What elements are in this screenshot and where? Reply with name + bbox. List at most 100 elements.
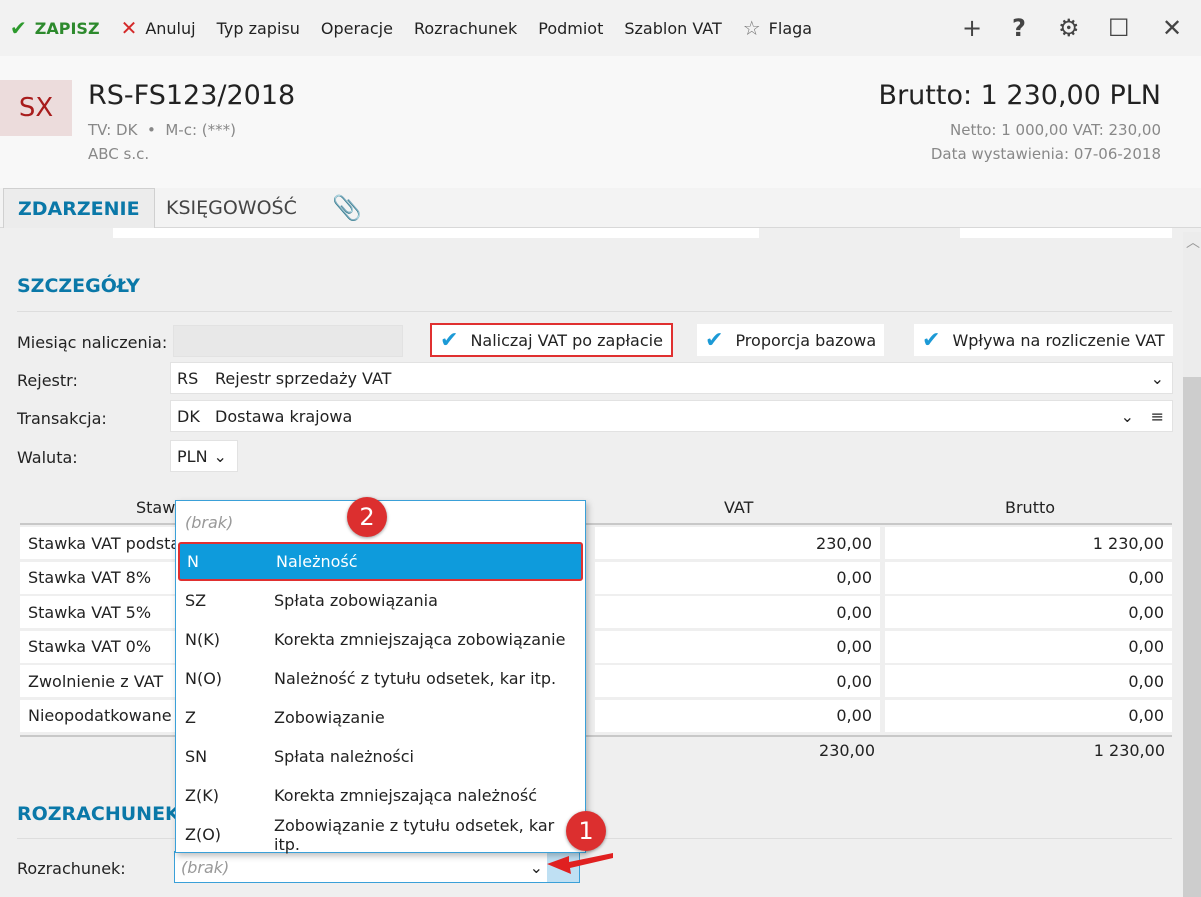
section-szczegoly: SZCZEGÓŁY (17, 275, 140, 297)
dropdown-option[interactable]: Z(O) Zobowiązanie z tytułu odsetek, kar … (178, 815, 583, 854)
transaction-select[interactable]: DK Dostawa krajowa ⌄ ≡ (170, 400, 1173, 432)
menu-operacje[interactable]: Operacje (321, 19, 393, 38)
brutto-cell[interactable]: 0,00 (885, 699, 1172, 732)
option-name: Zobowiązanie z tytułu odsetek, kar itp. (274, 815, 555, 854)
currency-label: Waluta: (17, 448, 78, 467)
dropdown-option[interactable]: Z(K) Korekta zmniejszająca należność (178, 776, 583, 815)
chevron-down-icon: ⌄ (529, 857, 543, 877)
flag-button[interactable]: ☆ Flaga (743, 16, 812, 40)
register-label: Rejestr: (17, 371, 78, 390)
vat-cell[interactable]: 0,00 (595, 665, 880, 697)
dropdown-option[interactable]: Z Zobowiązanie (178, 698, 583, 737)
register-select[interactable]: RS Rejestr sprzedaży VAT ⌄ (170, 362, 1173, 394)
option-code: SN (185, 747, 208, 766)
save-button[interactable]: ✔ ZAPISZ (10, 16, 100, 40)
vat-cell[interactable]: 0,00 (595, 596, 880, 628)
checkbox-label: Wpływa na rozliczenie VAT (952, 330, 1165, 350)
option-name: Zobowiązanie (274, 708, 385, 727)
brutto-cell[interactable]: 0,00 (885, 630, 1172, 663)
netto-vat: Netto: 1 000,00 VAT: 230,00 (950, 121, 1161, 139)
gear-icon[interactable]: ⚙ (1058, 14, 1080, 42)
month-input[interactable] (173, 325, 403, 357)
dropdown-option[interactable]: N(O) Należność z tytułu odsetek, kar itp… (178, 659, 583, 698)
dropdown-option[interactable]: SZ Spłata zobowiązania (178, 581, 583, 620)
star-icon: ☆ (742, 16, 761, 40)
total-vat: 230,00 (819, 741, 875, 760)
company-name: ABC s.c. (88, 145, 150, 163)
close-icon[interactable]: ✕ (1162, 14, 1182, 42)
checkmark-icon: ✔ (440, 327, 459, 353)
brutto-cell[interactable]: 0,00 (885, 561, 1172, 594)
toolbar: ✔ ZAPISZ ✕ Anuluj Typ zapisu Operacje Rozr… (0, 0, 1201, 56)
tab-zdarzenie[interactable]: ZDARZENIE (3, 188, 155, 228)
rate-cell: Zwolnienie z VAT (20, 665, 175, 697)
cancel-button[interactable]: ✕ Anuluj (121, 16, 196, 40)
rate-cell: Stawka VAT podstawowa (20, 527, 175, 559)
dropdown-option[interactable]: N(K) Korekta zmniejszająca zobowiązanie (178, 620, 583, 659)
transaction-name: Dostawa krajowa (215, 406, 353, 426)
maximize-icon[interactable]: ☐ (1108, 14, 1130, 42)
menu-typ-zapisu[interactable]: Typ zapisu (217, 19, 300, 38)
option-label: (brak) (185, 513, 234, 532)
option-code: Z(K) (185, 786, 219, 805)
brutto-cell[interactable]: 0,00 (885, 665, 1172, 697)
checkmark-icon: ✔ (922, 327, 941, 353)
checkbox-proporcja-bazowa[interactable]: ✔ Proporcja bazowa (697, 324, 885, 356)
menu-icon[interactable]: ≡ (1151, 407, 1164, 426)
option-name: Korekta zmniejszająca należność (274, 786, 538, 805)
brutto-cell[interactable]: 0,00 (885, 596, 1172, 628)
option-code: N (187, 552, 199, 571)
checkbox-wplywa-na-vat[interactable]: ✔ Wpływa na rozliczenie VAT (914, 324, 1173, 356)
rate-cell: Nieopodatkowane (20, 699, 175, 732)
chevron-down-icon: ⌄ (1120, 406, 1134, 426)
option-code: N(O) (185, 669, 223, 688)
option-name: Spłata zobowiązania (274, 591, 438, 610)
check-icon: ✔ (10, 16, 27, 40)
section-rozrachunek: ROZRACHUNEK (17, 803, 180, 825)
rate-cell: Stawka VAT 8% (20, 561, 175, 594)
checkbox-label: Naliczaj VAT po zapłacie (470, 330, 663, 350)
currency-select[interactable]: PLN ⌄ (170, 440, 238, 472)
help-icon[interactable]: ? (1012, 14, 1026, 42)
vat-cell[interactable]: 0,00 (595, 699, 880, 732)
checkbox-naliczaj-vat[interactable]: ✔ Naliczaj VAT po zapłacie (430, 323, 673, 357)
col-header-vat: VAT (724, 498, 754, 517)
scrollbar[interactable]: ︿ (1183, 232, 1201, 897)
register-code: RS (177, 368, 199, 388)
issue-date: Data wystawienia: 07-06-2018 (930, 145, 1161, 163)
flag-label: Flaga (768, 18, 813, 38)
dropdown-option[interactable]: SN Spłata należności (178, 737, 583, 776)
tab-ksiegowosc[interactable]: KSIĘGOWOŚĆ (152, 188, 311, 228)
option-code: N(K) (185, 630, 220, 649)
x-icon: ✕ (120, 16, 138, 40)
option-name: Korekta zmniejszająca zobowiązanie (274, 630, 566, 649)
vat-cell[interactable]: 0,00 (595, 561, 880, 594)
document-title: RS-FS123/2018 (88, 80, 296, 111)
menu-podmiot[interactable]: Podmiot (538, 19, 603, 38)
paperclip-icon[interactable]: 📎 (318, 188, 376, 228)
partial-field (960, 228, 1172, 238)
vat-cell[interactable]: 0,00 (595, 630, 880, 663)
brutto-cell[interactable]: 1 230,00 (885, 527, 1172, 559)
save-label: ZAPISZ (34, 18, 100, 38)
vat-cell[interactable]: 230,00 (595, 527, 880, 559)
settlement-dropdown: (brak) N Należność SZ Spłata zobowiązani… (175, 500, 586, 854)
menu-rozrachunek[interactable]: Rozrachunek (414, 19, 517, 38)
register-name: Rejestr sprzedaży VAT (215, 368, 392, 388)
menu-szablon-vat[interactable]: Szablon VAT (624, 19, 721, 38)
month-label: Miesiąc naliczenia: (17, 333, 168, 352)
dropdown-option[interactable]: N Należność (178, 542, 583, 581)
settlement-select[interactable]: (brak) ⌄ (174, 851, 580, 883)
add-refresh-icon[interactable]: + (962, 14, 982, 42)
col-header-brutto: Brutto (1005, 498, 1056, 517)
chevron-down-icon: ⌄ (213, 446, 227, 466)
document-type-badge: SX (0, 80, 72, 136)
cancel-label: Anuluj (145, 18, 196, 38)
tab-bar: ZDARZENIE KSIĘGOWOŚĆ 📎 (0, 188, 1201, 228)
annotation-badge-1: 1 (566, 811, 606, 851)
option-code: Z (185, 708, 196, 727)
settlement-value: (brak) (181, 857, 230, 877)
annotation-arrow (547, 853, 613, 874)
rate-cell: Stawka VAT 0% (20, 630, 175, 663)
chevron-down-icon: ⌄ (1150, 368, 1164, 388)
